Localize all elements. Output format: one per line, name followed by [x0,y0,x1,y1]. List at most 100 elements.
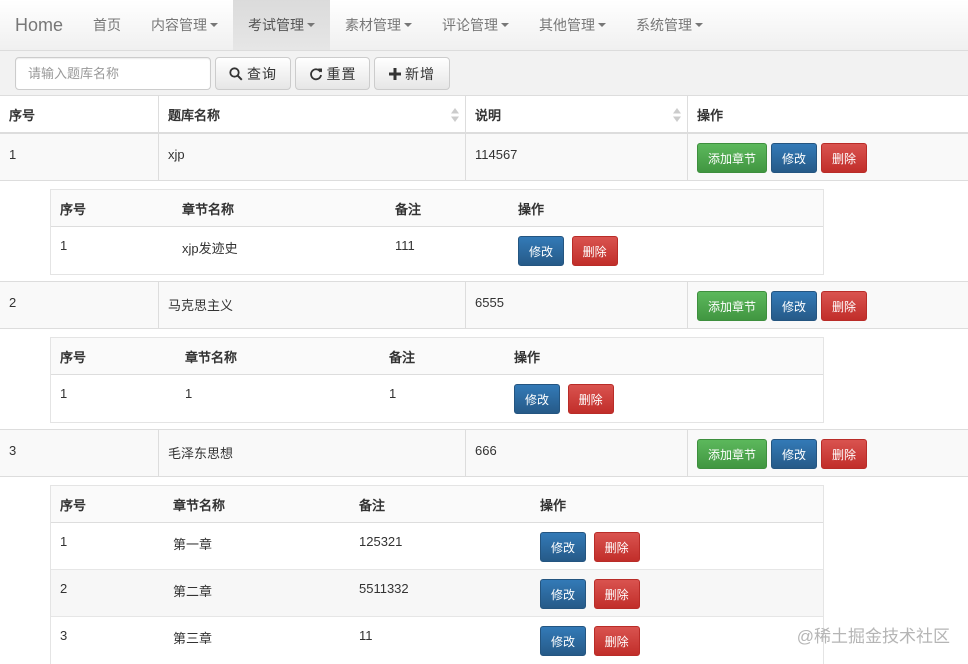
table-row[interactable]: 1 xjp 114567 添加章节 修改 删除 [0,134,968,181]
add-chapter-button[interactable]: 添加章节 [697,291,767,321]
delete-button[interactable]: 删除 [821,143,867,173]
chapter-name: 第一章 [173,537,213,552]
nav-item-other[interactable]: 其他管理 [524,0,621,50]
nav-item-material[interactable]: 素材管理 [330,0,427,50]
chapter-row[interactable]: 1 第一章 125321 修改 删除 [51,523,823,570]
bank-name-search-input[interactable] [15,57,211,90]
sort-icon [673,108,681,122]
chapter-note: 11 [359,628,373,643]
chapter-table: 序号 章节名称 备注 操作 1 1 1 修改 删除 [50,337,824,423]
row-no: 3 [0,430,159,476]
edit-button[interactable]: 修改 [771,291,817,321]
nav-item-home[interactable]: 首页 [78,0,136,50]
watermark: @稀土掘金技术社区 [796,627,950,646]
caret-down-icon [598,23,606,27]
row-desc: 114567 [466,134,688,180]
edit-button[interactable]: 修改 [771,439,817,469]
sub-header-no: 序号 [60,497,87,513]
top-navbar: Home 首页 内容管理 考试管理 素材管理 评论管理 其他管理 系统管理 [0,0,968,51]
header-ops: 操作 [697,107,724,123]
chapter-delete-button[interactable]: 删除 [593,626,640,656]
chapter-edit-button[interactable]: 修改 [540,579,586,609]
reset-button[interactable]: 重置 [295,57,370,90]
chapter-ops: 修改 删除 [531,617,644,656]
chapter-edit-button[interactable]: 修改 [540,626,586,656]
edit-button[interactable]: 修改 [771,143,817,173]
brand-home[interactable]: Home [0,0,78,50]
chapter-no: 1 [60,534,68,549]
chapter-ops: 修改 删除 [531,570,644,609]
row-ops: 添加章节 修改 删除 [688,282,968,328]
chapter-ops: 修改 删除 [531,523,644,562]
chapter-note: 111 [395,238,415,253]
row-bank-name: xjp [159,134,466,180]
chapter-no: 2 [60,581,68,596]
sub-header-no: 序号 [60,349,87,365]
sub-header-no: 序号 [60,201,87,217]
query-button[interactable]: 查询 [215,57,291,90]
plus-icon [389,67,401,80]
chapter-delete-button[interactable]: 删除 [593,579,640,609]
chapter-row[interactable]: 2 第二章 5511332 修改 删除 [51,570,823,617]
sort-icon [451,108,459,122]
row-ops: 添加章节 修改 删除 [688,134,968,180]
search-icon [229,66,243,81]
caret-down-icon [210,23,218,27]
chapter-table: 序号 章节名称 备注 操作 1 第一章 125321 修改 删除 2 第二章 5… [50,485,824,664]
sub-header-ops: 操作 [514,349,541,365]
add-chapter-button[interactable]: 添加章节 [697,439,767,469]
nav-item-content[interactable]: 内容管理 [136,0,233,50]
row-bank-name: 毛泽东思想 [159,430,466,476]
nav-item-system[interactable]: 系统管理 [621,0,718,50]
caret-down-icon [404,23,412,27]
delete-button[interactable]: 删除 [821,291,867,321]
bank-table-header: 序号 题库名称 说明 操作 [0,96,968,134]
chapter-row[interactable]: 3 第三章 11 修改 删除 [51,617,823,664]
table-row[interactable]: 2 马克思主义 6555 添加章节 修改 删除 [0,282,968,329]
nav-item-exam[interactable]: 考试管理 [233,0,330,50]
refresh-icon [309,67,322,80]
header-bank-name[interactable]: 题库名称 [159,96,466,132]
row-desc: 6555 [466,282,688,328]
chapter-delete-button[interactable]: 删除 [593,532,640,562]
chapter-table-header: 序号 章节名称 备注 操作 [51,338,823,375]
nav-item-comment[interactable]: 评论管理 [427,0,524,50]
chapter-no: 1 [60,386,68,401]
chapter-edit-button[interactable]: 修改 [514,384,560,414]
add-button[interactable]: 新增 [374,57,450,90]
sub-header-note: 备注 [389,349,416,365]
chapter-name: 第二章 [173,584,213,599]
chapter-note: 1 [389,386,397,401]
chapter-name: xjp发迹史 [182,241,238,256]
row-no: 2 [0,282,159,328]
add-chapter-button[interactable]: 添加章节 [697,143,767,173]
search-toolbar: 查询 重置 新增 [0,51,968,96]
chapter-edit-button[interactable]: 修改 [518,236,564,266]
row-no: 1 [0,134,159,180]
sub-header-ops: 操作 [540,497,567,513]
sub-header-chapter-name: 章节名称 [182,201,235,217]
chapter-note: 5511332 [359,581,409,596]
chapter-row[interactable]: 1 xjp发迹史 111 修改 删除 [51,227,823,274]
chapter-row[interactable]: 1 1 1 修改 删除 [51,375,823,422]
sub-header-note: 备注 [395,201,422,217]
row-detail: 序号 章节名称 备注 操作 1 1 1 修改 删除 [0,329,968,430]
table-row[interactable]: 3 毛泽东思想 666 添加章节 修改 删除 [0,430,968,477]
sub-header-chapter-name: 章节名称 [173,497,226,513]
chapter-table-header: 序号 章节名称 备注 操作 [51,486,823,523]
chapter-delete-button[interactable]: 删除 [571,236,618,266]
chapter-no: 3 [60,628,68,643]
chapter-delete-button[interactable]: 删除 [567,384,614,414]
sub-header-chapter-name: 章节名称 [185,349,238,365]
header-desc[interactable]: 说明 [466,96,688,132]
chapter-table: 序号 章节名称 备注 操作 1 xjp发迹史 111 修改 删除 [50,189,824,275]
header-no[interactable]: 序号 [0,96,159,132]
chapter-table-header: 序号 章节名称 备注 操作 [51,190,823,227]
row-bank-name: 马克思主义 [159,282,466,328]
chapter-ops: 修改 删除 [505,375,618,414]
chapter-name: 1 [185,386,193,401]
chapter-no: 1 [60,238,68,253]
delete-button[interactable]: 删除 [821,439,867,469]
caret-down-icon [501,23,509,27]
chapter-edit-button[interactable]: 修改 [540,532,586,562]
